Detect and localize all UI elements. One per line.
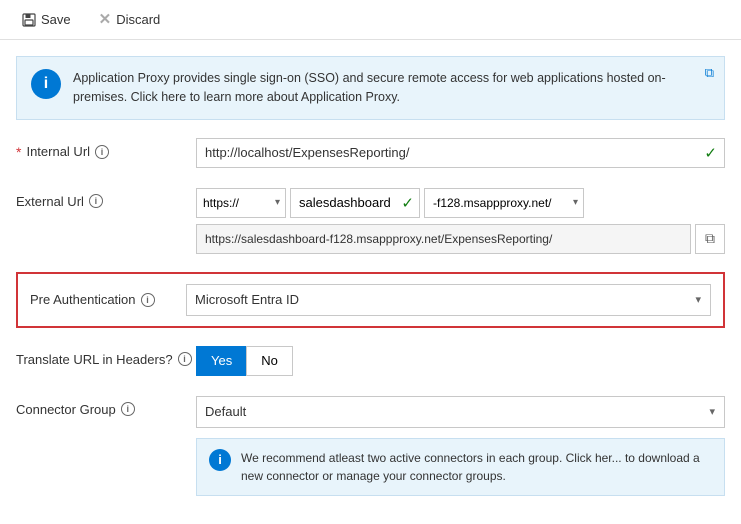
connector-group-select[interactable]: Default Group1 Group2 <box>196 396 725 428</box>
toolbar: Save ✕ Discard <box>0 0 741 40</box>
connector-info-banner: i We recommend atleast two active connec… <box>196 438 725 496</box>
external-url-label: External Url i <box>16 188 196 209</box>
pre-auth-select[interactable]: Microsoft Entra ID Passthrough <box>186 284 711 316</box>
internal-url-controls: ✓ <box>196 138 725 168</box>
connector-group-select-wrapper: Default Group1 Group2 <box>196 396 725 428</box>
subdomain-check-icon: ✓ <box>401 194 414 212</box>
connector-group-info-icon[interactable]: i <box>121 402 135 416</box>
connector-group-controls: Default Group1 Group2 i We recommend atl… <box>196 396 725 496</box>
protocol-select-wrapper: https:// http:// <box>196 188 286 218</box>
discard-button[interactable]: ✕ Discard <box>93 8 167 31</box>
full-url-input[interactable] <box>196 224 691 254</box>
required-star: * <box>16 144 21 160</box>
internal-url-input[interactable] <box>196 138 725 168</box>
domain-select-wrapper: -f128.msappproxy.net/ -other.msappproxy.… <box>424 188 584 218</box>
yes-toggle[interactable]: Yes <box>196 346 246 376</box>
pre-auth-info-icon[interactable]: i <box>141 293 155 307</box>
discard-icon: ✕ <box>99 12 112 27</box>
protocol-select[interactable]: https:// http:// <box>196 188 286 218</box>
connector-info-text: We recommend atleast two active connecto… <box>241 449 712 485</box>
connector-info-circle-icon: i <box>209 449 231 471</box>
info-banner: i Application Proxy provides single sign… <box>16 56 725 120</box>
external-url-top: https:// http:// ✓ -f128.msappproxy.net/… <box>196 188 725 218</box>
form-area: * Internal Url i ✓ External Url i https:… <box>0 120 741 524</box>
discard-label: Discard <box>116 12 160 27</box>
translate-url-row: Translate URL in Headers? i Yes No <box>16 346 725 378</box>
internal-url-label: * Internal Url i <box>16 138 196 160</box>
pre-auth-select-wrapper: Microsoft Entra ID Passthrough <box>186 284 711 316</box>
translate-url-info-icon[interactable]: i <box>178 352 192 366</box>
save-icon <box>22 13 36 27</box>
connector-group-row: Connector Group i Default Group1 Group2 … <box>16 396 725 496</box>
internal-url-check-icon: ✓ <box>704 144 717 162</box>
translate-url-controls: Yes No <box>196 346 725 376</box>
translate-toggle-group: Yes No <box>196 346 725 376</box>
full-url-row: ⧉ <box>196 224 725 254</box>
banner-text: Application Proxy provides single sign-o… <box>73 69 710 107</box>
external-url-controls: https:// http:// ✓ -f128.msappproxy.net/… <box>196 188 725 254</box>
connector-group-label: Connector Group i <box>16 396 196 417</box>
external-link-icon[interactable]: ⧉ <box>705 65 714 81</box>
pre-auth-row: Pre Authentication i Microsoft Entra ID … <box>16 272 725 328</box>
internal-url-row: * Internal Url i ✓ <box>16 138 725 170</box>
subdomain-input-wrapper: ✓ <box>290 188 420 218</box>
external-url-info-icon[interactable]: i <box>89 194 103 208</box>
no-toggle[interactable]: No <box>246 346 293 376</box>
pre-auth-label: Pre Authentication i <box>30 292 186 307</box>
info-circle-icon: i <box>31 69 61 99</box>
internal-url-input-wrapper: ✓ <box>196 138 725 168</box>
internal-url-info-icon[interactable]: i <box>95 145 109 159</box>
copy-button[interactable]: ⧉ <box>695 224 725 254</box>
translate-url-label: Translate URL in Headers? i <box>16 346 196 367</box>
external-url-row: External Url i https:// http:// ✓ - <box>16 188 725 254</box>
domain-select[interactable]: -f128.msappproxy.net/ -other.msappproxy.… <box>424 188 584 218</box>
save-label: Save <box>41 12 71 27</box>
save-button[interactable]: Save <box>16 8 77 31</box>
